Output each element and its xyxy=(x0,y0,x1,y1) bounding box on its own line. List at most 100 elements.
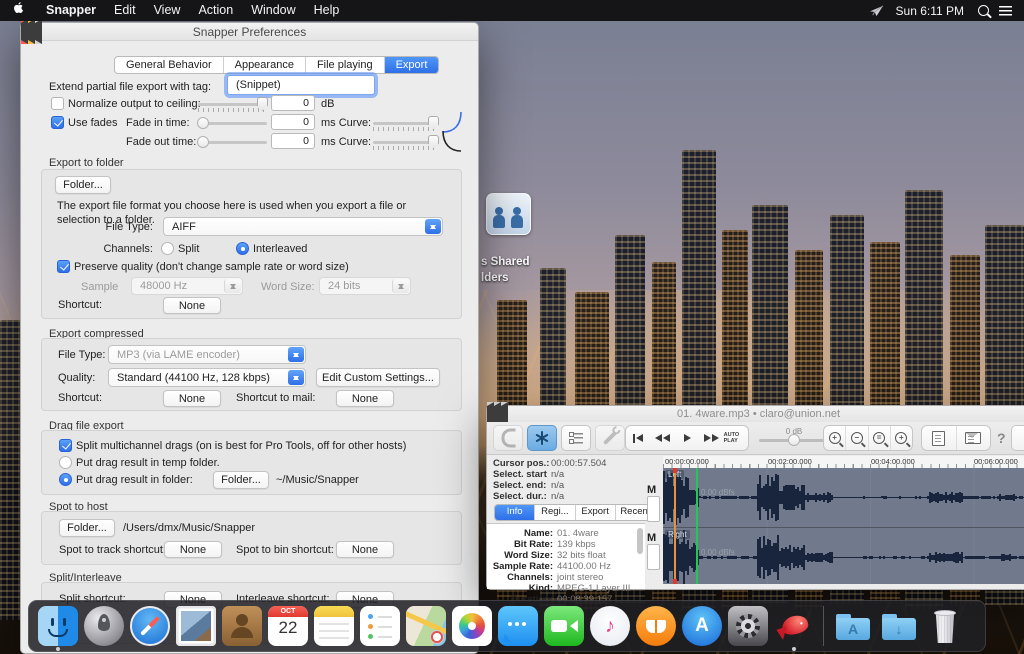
shortcut-none-button[interactable]: None xyxy=(163,297,221,314)
fade-in-value-field[interactable]: 0 xyxy=(271,114,315,130)
dock-item-maps[interactable] xyxy=(406,606,446,646)
tab-appearance[interactable]: Appearance xyxy=(224,57,306,73)
drag-folder-button[interactable]: Folder... xyxy=(213,471,269,489)
tab-export[interactable]: Export xyxy=(385,57,439,73)
normalize-value-field[interactable]: 0 xyxy=(271,95,315,111)
tab-general-behavior[interactable]: General Behavior xyxy=(115,57,224,73)
apple-menu[interactable] xyxy=(0,0,37,21)
waveform-left-channel[interactable]: Left 0.00 dBfs xyxy=(663,468,1024,527)
normalize-checkbox[interactable] xyxy=(51,97,64,110)
dock-item-calendar[interactable]: OCT22 xyxy=(268,606,308,646)
player-tab-export[interactable]: Export xyxy=(576,505,616,520)
right-channel-fader[interactable] xyxy=(647,544,660,570)
dock-item-folder-downloads[interactable]: ↓ xyxy=(879,606,919,646)
freeze-button[interactable] xyxy=(527,425,557,451)
dock-item-messages[interactable] xyxy=(498,606,538,646)
fade-out-value-field[interactable]: 0 xyxy=(271,133,315,149)
sample-rate-popup[interactable]: 48000 Hz xyxy=(131,277,243,295)
link-magnet-button[interactable] xyxy=(493,425,523,451)
desktop-shared-folder-icon[interactable] xyxy=(486,193,531,235)
dock-item-reminders[interactable] xyxy=(360,606,400,646)
player-title-bar[interactable]: 01. 4ware.mp3 • claro@union.net xyxy=(487,406,1024,423)
tab-file-playing[interactable]: File playing xyxy=(306,57,385,73)
marker-list-button[interactable] xyxy=(561,425,591,451)
mute-right-label[interactable]: M xyxy=(647,532,656,544)
rewind-button[interactable] xyxy=(650,426,674,450)
zoom-custom-button[interactable]: + xyxy=(891,426,912,450)
normalize-slider[interactable] xyxy=(198,103,266,106)
volume-slider[interactable] xyxy=(759,439,829,442)
dock-item-folder-apps[interactable]: A xyxy=(833,606,873,646)
dock-item-notes[interactable] xyxy=(314,606,354,646)
dock-item-snapper[interactable]: • xyxy=(774,606,814,646)
info-scrollbar[interactable] xyxy=(637,528,643,554)
menu-edit[interactable]: Edit xyxy=(105,0,145,21)
waveform-display[interactable]: Left 0.00 dBfs Right 0.00 dBfs xyxy=(663,468,1024,584)
dock-item-safari[interactable] xyxy=(130,606,170,646)
autoplay-button[interactable]: AUTO PLAY xyxy=(724,426,748,450)
dock-item-sysprefs[interactable] xyxy=(728,606,768,646)
edit-cursor[interactable] xyxy=(674,468,676,584)
export-to-mail-button[interactable] xyxy=(957,426,991,450)
tools-button[interactable] xyxy=(595,425,625,451)
temp-folder-radio[interactable] xyxy=(59,456,72,469)
help-button[interactable]: ? xyxy=(997,430,1006,446)
zoom-in-button[interactable]: + xyxy=(824,426,846,450)
slider-thumb[interactable] xyxy=(788,434,800,446)
playhead[interactable] xyxy=(696,468,698,584)
spotlight-search-icon[interactable] xyxy=(974,2,992,20)
dock-item-facetime[interactable] xyxy=(544,606,584,646)
player-tab-info[interactable]: Info xyxy=(495,505,535,520)
menu-help[interactable]: Help xyxy=(305,0,349,21)
spot-folder-button[interactable]: Folder... xyxy=(59,519,115,537)
in-folder-radio[interactable] xyxy=(59,473,72,486)
menu-view[interactable]: View xyxy=(145,0,190,21)
dock-item-photos[interactable] xyxy=(452,606,492,646)
paper-plane-menu-extra-icon[interactable] xyxy=(868,2,886,20)
quality-popup[interactable]: Standard (44100 Hz, 128 kbps) xyxy=(108,368,306,387)
player-tab-regi[interactable]: Regi... xyxy=(535,505,575,520)
menu-snapper[interactable]: Snapper xyxy=(37,0,105,21)
slider-thumb[interactable] xyxy=(197,136,209,148)
zoom-fit-button[interactable]: = xyxy=(869,426,891,450)
menu-window[interactable]: Window xyxy=(242,0,304,21)
clipped-toolbar-button[interactable] xyxy=(1011,425,1024,451)
spot-bin-none-button[interactable]: None xyxy=(336,541,394,558)
left-channel-fader[interactable] xyxy=(647,496,660,522)
dock-item-appstore[interactable]: A xyxy=(682,606,722,646)
folder-button[interactable]: Folder... xyxy=(55,176,111,194)
preferences-title-bar[interactable]: Snapper Preferences xyxy=(21,23,478,41)
fade-in-curve-slider[interactable] xyxy=(373,122,437,125)
word-size-popup[interactable]: 24 bits xyxy=(319,277,411,295)
interleaved-radio[interactable] xyxy=(236,242,249,255)
edit-custom-settings-button[interactable]: Edit Custom Settings... xyxy=(316,368,440,387)
dock-item-ibooks[interactable] xyxy=(636,606,676,646)
dock-item-mail[interactable] xyxy=(176,606,216,646)
compressed-file-type-popup[interactable]: MP3 (via LAME encoder) xyxy=(108,345,306,364)
compressed-shortcut-none-button[interactable]: None xyxy=(163,390,221,407)
slider-thumb[interactable] xyxy=(197,117,209,129)
waveform-right-channel[interactable]: Right 0.00 dBfs xyxy=(663,528,1024,584)
shortcut-to-mail-none-button[interactable]: None xyxy=(336,390,394,407)
fade-out-slider[interactable] xyxy=(199,141,267,144)
play-button[interactable] xyxy=(675,426,699,450)
dock-item-itunes[interactable]: ♪ xyxy=(590,606,630,646)
export-to-file-button[interactable] xyxy=(922,426,957,450)
fade-out-curve-slider[interactable] xyxy=(373,141,437,144)
dock-item-contacts[interactable] xyxy=(222,606,262,646)
spot-track-none-button[interactable]: None xyxy=(164,541,222,558)
go-to-start-button[interactable] xyxy=(626,426,650,450)
extend-tag-input[interactable]: (Snippet) xyxy=(227,75,375,95)
fade-in-slider[interactable] xyxy=(199,122,267,125)
mute-left-label[interactable]: M xyxy=(647,484,656,496)
preserve-quality-checkbox[interactable] xyxy=(57,260,70,273)
zoom-out-button[interactable]: − xyxy=(846,426,868,450)
menu-bar-clock[interactable]: Sun 6:11 PM xyxy=(890,4,970,18)
menu-action[interactable]: Action xyxy=(189,0,242,21)
split-multichannel-checkbox[interactable] xyxy=(59,439,72,452)
use-fades-checkbox[interactable] xyxy=(51,116,64,129)
notification-center-icon[interactable] xyxy=(996,2,1014,20)
file-type-popup[interactable]: AIFF xyxy=(163,217,443,236)
dock-item-trash[interactable] xyxy=(925,606,965,646)
dock-item-finder[interactable] xyxy=(38,606,78,646)
